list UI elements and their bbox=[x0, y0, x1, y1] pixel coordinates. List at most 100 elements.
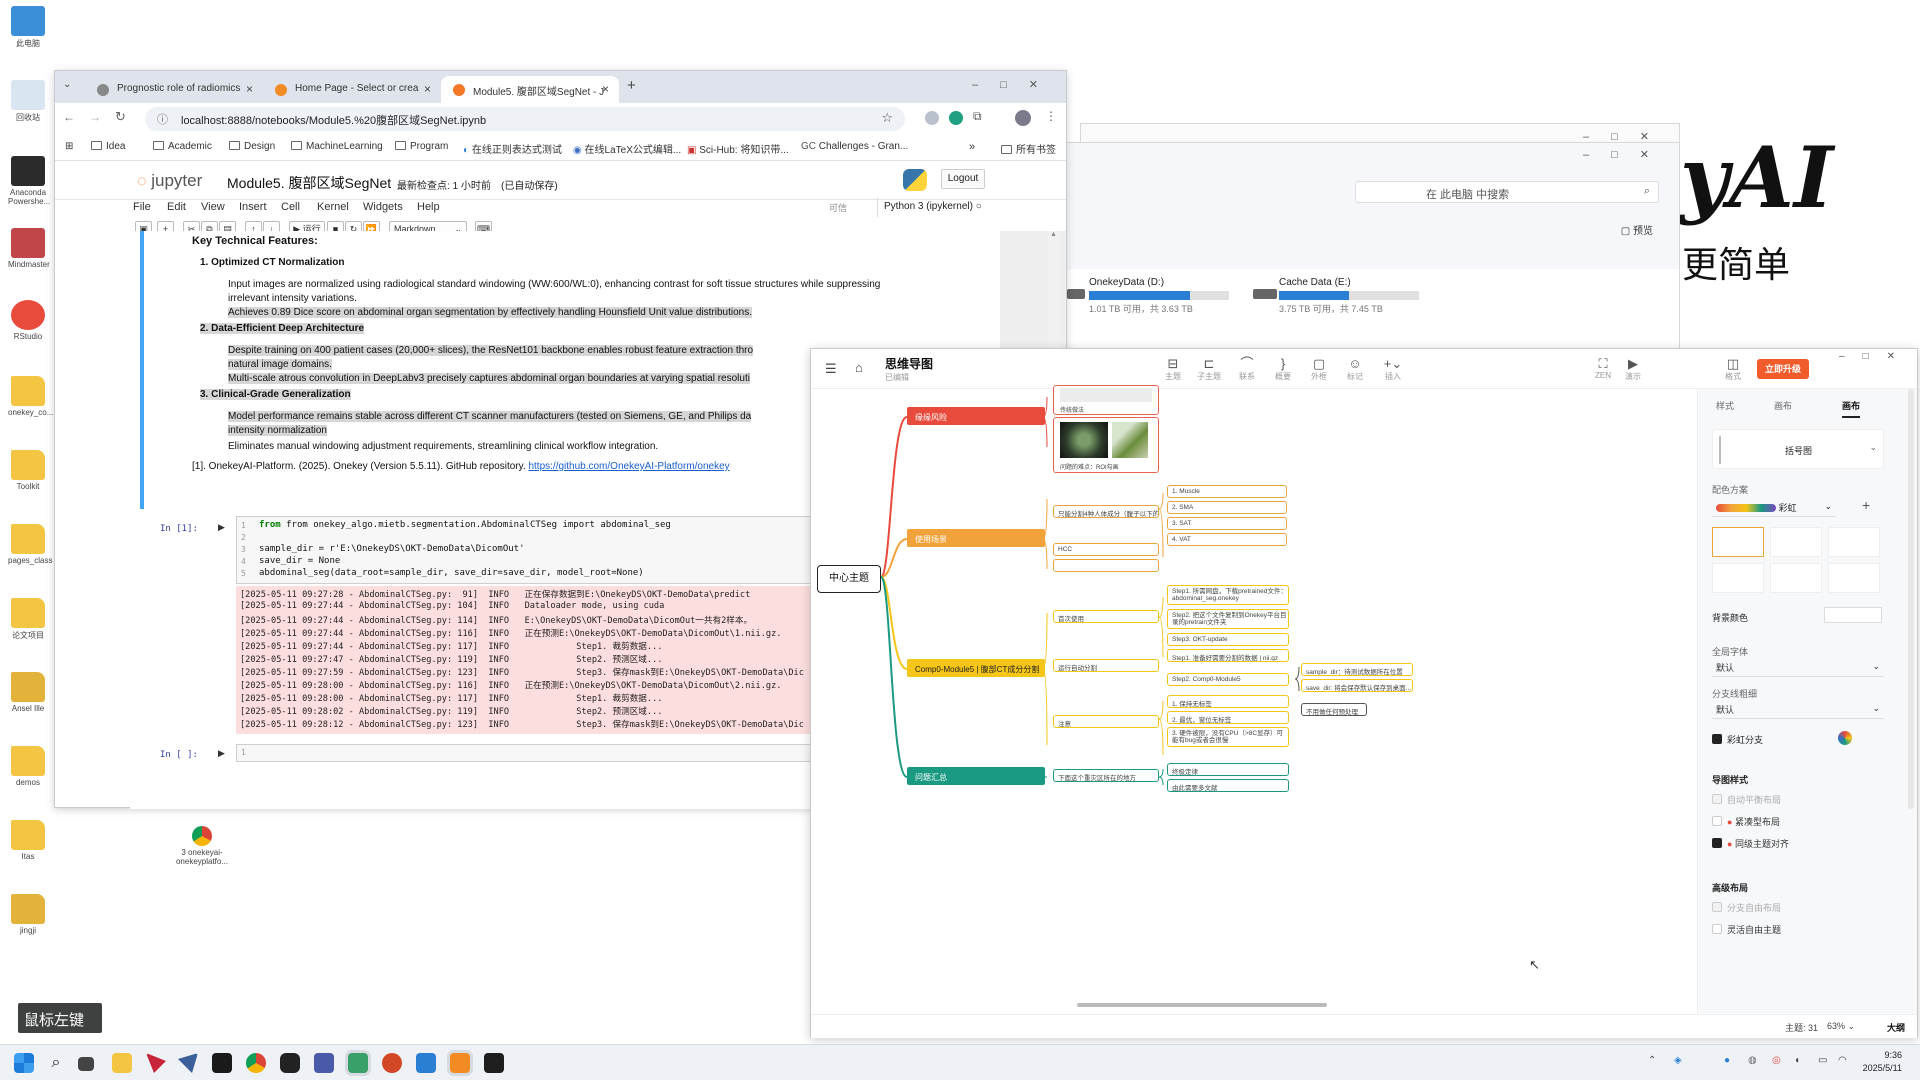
preview-toggle[interactable]: ▢ 预览 bbox=[1621, 222, 1653, 237]
window-controls[interactable]: –□✕ bbox=[1583, 148, 1671, 161]
layout-thumb[interactable] bbox=[1770, 527, 1822, 557]
risk-card-top[interactable]: 传统做法 bbox=[1053, 385, 1159, 415]
canvas-scrollbar[interactable] bbox=[1077, 1003, 1327, 1007]
tool-relation[interactable]: ⌒ 联系 bbox=[1231, 357, 1263, 382]
mindmap-title[interactable]: 思维导图 bbox=[885, 355, 933, 372]
more-menu-icon[interactable]: ⋮ bbox=[1045, 109, 1057, 123]
bookmark-idea[interactable]: Idea bbox=[91, 141, 125, 152]
risk-card-images[interactable]: 问题的难点：ROI勾画 bbox=[1053, 417, 1159, 473]
sub-first-use[interactable]: 首次使用 bbox=[1053, 610, 1159, 623]
option-align-siblings[interactable]: ● 同级主题对齐 bbox=[1712, 837, 1789, 850]
rainbow-color-icon[interactable] bbox=[1838, 731, 1852, 745]
leaf-sma[interactable]: 2. SMA bbox=[1167, 501, 1287, 514]
desktop-folder-papers[interactable]: 论文项目 bbox=[8, 598, 48, 641]
issue-leaf-1[interactable]: 终极定律 bbox=[1167, 763, 1289, 776]
explorer-search-input[interactable]: 在 此电脑 中搜索 ⌕ bbox=[1355, 181, 1659, 203]
close-icon[interactable]: × bbox=[246, 82, 253, 96]
window-controls[interactable]: –□✕ bbox=[1839, 351, 1913, 362]
start-icon[interactable] bbox=[14, 1053, 34, 1073]
app-arrow-icon[interactable] bbox=[146, 1053, 166, 1073]
leaf-note-3[interactable]: 3. 硬件被限，没有CPU（>8C显存）可能有bug或者会很慢 bbox=[1167, 727, 1289, 747]
leaf-note-1[interactable]: 1. 保持无标签 bbox=[1167, 695, 1289, 708]
volume-icon[interactable]: ◖ bbox=[1794, 1055, 1800, 1066]
tray-chevron-icon[interactable]: ⌃ bbox=[1648, 1055, 1656, 1066]
tool-topic[interactable]: ⊟ 主题 bbox=[1157, 357, 1189, 382]
desktop-icon-anaconda[interactable]: Anaconda Powershe... bbox=[8, 156, 50, 206]
apps-grid-icon[interactable]: ⊞ bbox=[65, 141, 73, 152]
issue-node[interactable]: 下面这个重灾区所在的地方 bbox=[1053, 769, 1159, 782]
app-blue-icon[interactable] bbox=[416, 1053, 436, 1073]
mic-icon[interactable]: ● bbox=[1724, 1055, 1730, 1066]
branch-scenarios[interactable]: 使用场景 bbox=[907, 529, 1045, 547]
back-icon[interactable]: ← bbox=[63, 110, 75, 124]
extensions-puzzle-icon[interactable]: ⧉ bbox=[973, 109, 982, 124]
leaf-sample-dir[interactable]: sample_dir：待测试数据所在位置 bbox=[1301, 663, 1413, 676]
tool-insert[interactable]: +⌄ 插入 bbox=[1377, 357, 1409, 382]
close-icon[interactable]: × bbox=[424, 82, 431, 96]
mindmap-app-icon[interactable] bbox=[450, 1053, 470, 1073]
leaf-note-2[interactable]: 2. 最优，窗位无标签 bbox=[1167, 711, 1289, 724]
leaf-step1-prepare[interactable]: Step1. 准备好需要分割的数据 | nii.gz bbox=[1167, 649, 1289, 662]
app-pen-icon[interactable] bbox=[178, 1053, 198, 1073]
leaf-sat[interactable]: 3. SAT bbox=[1167, 517, 1287, 530]
desktop-icon-rstudio[interactable]: RStudio bbox=[8, 300, 48, 341]
bookmark-scihub[interactable]: ▣ Sci-Hub: 将知识带... bbox=[687, 141, 789, 156]
forward-icon[interactable]: → bbox=[89, 110, 101, 124]
tray-app-icon[interactable]: ◈ bbox=[1674, 1055, 1682, 1066]
mindmap-canvas[interactable]: 中心主题 缘缘风险 使用场景 Comp0-Module5 | 腹部CT成分分割 … bbox=[817, 385, 1697, 1014]
leaf-step1-download[interactable]: Step1. 所需网盘，下载pretrained文件：abdominal_seg… bbox=[1167, 585, 1289, 605]
menu-kernel[interactable]: Kernel bbox=[317, 201, 349, 213]
run-cell-icon[interactable]: ▶ bbox=[218, 522, 225, 533]
menu-cell[interactable]: Cell bbox=[281, 201, 300, 213]
desktop-folder-jingji[interactable]: jingji bbox=[8, 894, 48, 935]
leaf-empty[interactable] bbox=[1053, 559, 1159, 572]
url-input[interactable]: ⓘ localhost:8888/notebooks/Module5.%20腹部… bbox=[145, 107, 905, 131]
branch-width-select[interactable]: 默认 ⌄ bbox=[1712, 699, 1884, 719]
bookmark-latex[interactable]: ◉ 在线LaTeX公式编辑... bbox=[573, 141, 681, 156]
profile-avatar[interactable] bbox=[1015, 110, 1031, 126]
sub-run-segmentation[interactable]: 运行自动分割 bbox=[1053, 659, 1159, 672]
trusted-indicator[interactable]: 可信 bbox=[829, 201, 847, 214]
desktop-file-onekeyai[interactable]: 3 onekeyai-onekeyplatfo... bbox=[172, 826, 232, 866]
desktop-folder-toolkit[interactable]: Toolkit bbox=[8, 450, 48, 491]
wifi-icon[interactable]: ◠ bbox=[1838, 1055, 1847, 1066]
outline-toggle[interactable]: 大纲 bbox=[1887, 1021, 1905, 1034]
notebook-title[interactable]: Module5. 腹部区域SegNet bbox=[227, 173, 391, 193]
leaf-hcc[interactable]: HCC bbox=[1053, 543, 1159, 556]
desktop-icon-this-pc[interactable]: 此电脑 bbox=[8, 6, 48, 49]
issue-leaf-2[interactable]: 由此需要多文献 bbox=[1167, 779, 1289, 792]
bookmark-machinelearning[interactable]: MachineLearning bbox=[291, 141, 383, 152]
jupyter-logo[interactable]: ◌ jupyter bbox=[137, 171, 202, 191]
home-icon[interactable]: ⌂ bbox=[855, 360, 863, 375]
chrome-icon[interactable] bbox=[246, 1053, 266, 1073]
tab-module5[interactable]: Module5. 腹部区域SegNet - J × bbox=[441, 76, 619, 103]
upgrade-button[interactable]: 立即升级 bbox=[1757, 359, 1809, 379]
bookmark-star-icon[interactable]: ☆ bbox=[881, 110, 893, 126]
new-tab-button[interactable]: + bbox=[627, 77, 636, 94]
option-free-branch[interactable]: 分支自由布局 bbox=[1712, 901, 1781, 914]
hamburger-menu-icon[interactable]: ☰ bbox=[825, 361, 837, 377]
leaf-step2-module5[interactable]: Step2. Comp0-Module5 bbox=[1167, 673, 1289, 686]
leaf-vat[interactable]: 4. VAT bbox=[1167, 533, 1287, 546]
layout-thumb[interactable] bbox=[1828, 527, 1880, 557]
display-icon[interactable]: ▭ bbox=[1818, 1055, 1827, 1066]
panel-tab-style[interactable]: 样式 bbox=[1716, 399, 1734, 412]
clock-time[interactable]: 9:36 bbox=[1862, 1050, 1902, 1060]
close-icon[interactable]: × bbox=[602, 82, 609, 96]
desktop-folder-onekey[interactable]: onekey_co... bbox=[8, 376, 53, 417]
desktop-folder-pages[interactable]: pages_class bbox=[8, 524, 52, 565]
layout-thumb[interactable] bbox=[1712, 563, 1764, 593]
desktop-icon-mindmaster[interactable]: Mindmaster bbox=[8, 228, 50, 269]
reference-link[interactable]: https://github.com/OnekeyAI-Platform/one… bbox=[528, 461, 729, 472]
tool-zen[interactable]: ⛶ ZEN bbox=[1587, 357, 1619, 381]
file-explorer-window[interactable]: –□✕ 在 此电脑 中搜索 ⌕ ▢ 预览 OnekeyData (D:) 1.0… bbox=[1064, 142, 1680, 350]
menu-widgets[interactable]: Widgets bbox=[363, 201, 403, 213]
sub-notes[interactable]: 注意 bbox=[1053, 715, 1159, 728]
cmd-icon[interactable] bbox=[484, 1053, 504, 1073]
panel-toggle[interactable]: ◫ 格式 bbox=[1717, 357, 1749, 382]
summary-no-preprocess[interactable]: 不用做任何预处理 bbox=[1301, 703, 1367, 716]
font-select[interactable]: 默认 ⌄ bbox=[1712, 657, 1884, 677]
window-controls[interactable]: –□✕ bbox=[972, 78, 1060, 91]
mindmap-window[interactable]: ☰ ⌂ 思维导图 已编辑 ⊟ 主题 ⊏ 子主题 ⌒ 联系 } 概要 ▢ 外框 ☺ 标记 +⌄… bbox=[810, 348, 1918, 1038]
tool-marker[interactable]: ☺ 标记 bbox=[1339, 357, 1371, 382]
